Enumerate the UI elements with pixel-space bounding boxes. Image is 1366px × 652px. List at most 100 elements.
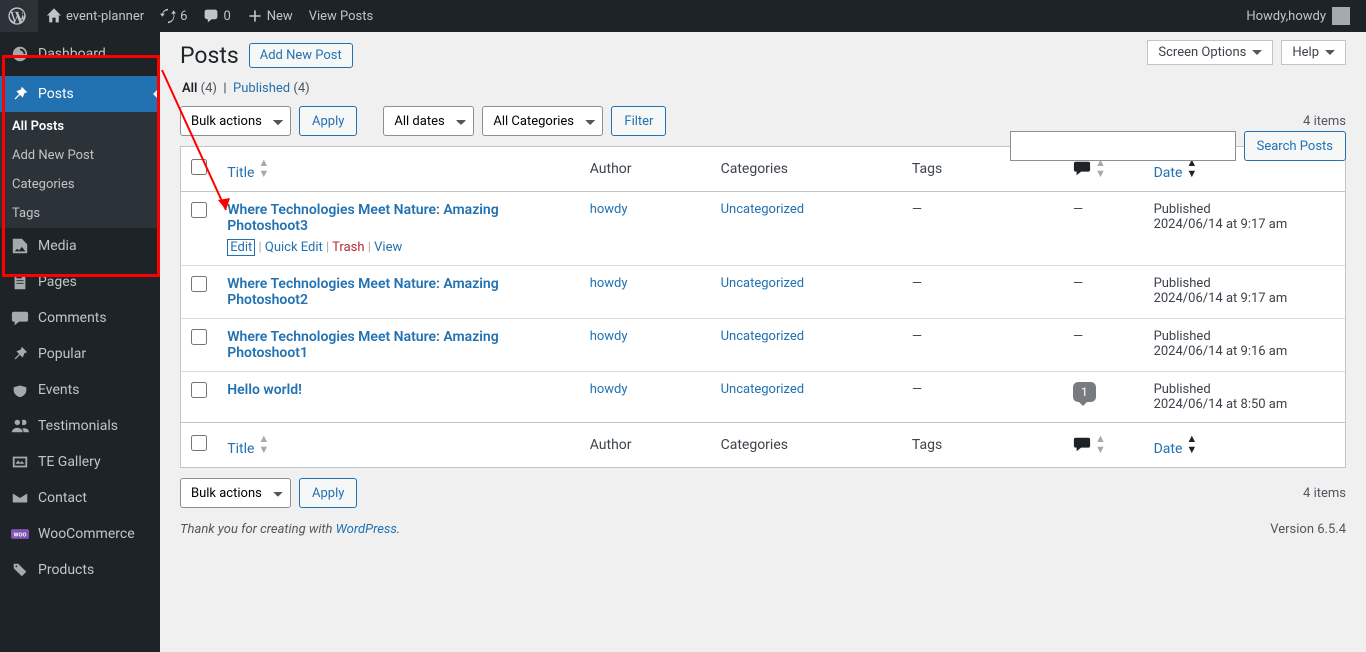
submenu-add-new[interactable]: Add New Post — [0, 141, 160, 170]
edit-link[interactable]: Edit — [227, 239, 255, 256]
post-title-link[interactable]: Hello world! — [227, 382, 302, 398]
col-author: Author — [580, 147, 711, 192]
screen-options-button[interactable]: Screen Options — [1147, 40, 1273, 65]
sidebar-item-woocommerce[interactable]: WOO WooCommerce — [0, 516, 160, 552]
col-categories-bottom: Categories — [711, 422, 902, 467]
sidebar-label: WooCommerce — [38, 526, 135, 542]
comments-cell: — — [1063, 266, 1144, 319]
author-link[interactable]: howdy — [590, 382, 628, 397]
sidebar-item-testimonials[interactable]: Testimonials — [0, 408, 160, 444]
sort-icon: ▲▼ — [258, 157, 269, 179]
sidebar-item-comments[interactable]: Comments — [0, 300, 160, 336]
apply-button-top[interactable]: Apply — [299, 106, 357, 136]
quick-edit-link[interactable]: Quick Edit — [265, 240, 323, 255]
select-all-checkbox-bottom[interactable] — [191, 435, 207, 451]
sidebar-item-pages[interactable]: Pages — [0, 264, 160, 300]
post-title-link[interactable]: Where Technologies Meet Nature: Amazing … — [227, 202, 498, 234]
posts-submenu: All Posts Add New Post Categories Tags — [0, 112, 160, 228]
col-categories: Categories — [711, 147, 902, 192]
new-link[interactable]: New — [239, 0, 301, 32]
sort-icon: ▲▼ — [1186, 433, 1197, 455]
avatar — [1332, 7, 1350, 25]
comments-icon — [10, 308, 30, 328]
sidebar-item-products[interactable]: Products — [0, 552, 160, 588]
chevron-down-icon — [1325, 50, 1335, 55]
woocommerce-icon: WOO — [10, 524, 30, 544]
plus-icon — [247, 8, 263, 24]
row-checkbox[interactable] — [191, 382, 207, 398]
sidebar-item-popular[interactable]: Popular — [0, 336, 160, 372]
thanks-text: Thank you for creating with — [180, 522, 336, 537]
col-comments-bottom[interactable]: ▲▼ — [1063, 422, 1144, 467]
products-icon — [10, 560, 30, 580]
table-row: Where Technologies Meet Nature: Amazing … — [181, 319, 1345, 372]
sidebar-item-events[interactable]: Events — [0, 372, 160, 408]
submenu-tags[interactable]: Tags — [0, 199, 160, 228]
submenu-categories[interactable]: Categories — [0, 170, 160, 199]
filter-all-count: (4) — [201, 81, 217, 96]
author-link[interactable]: howdy — [590, 329, 628, 344]
category-link[interactable]: Uncategorized — [721, 329, 804, 344]
category-filter-select[interactable]: All Categories — [482, 106, 603, 136]
category-link[interactable]: Uncategorized — [721, 382, 804, 397]
view-posts-link[interactable]: View Posts — [301, 0, 382, 32]
sidebar-item-dashboard[interactable]: Dashboard — [0, 32, 160, 76]
contact-icon — [10, 488, 30, 508]
author-link[interactable]: howdy — [590, 202, 628, 217]
table-row: Where Technologies Meet Nature: Amazing … — [181, 266, 1345, 319]
filter-button[interactable]: Filter — [611, 106, 666, 136]
date-filter-select[interactable]: All dates — [383, 106, 474, 136]
content-wrap: Screen Options Help Posts Add New Post A… — [160, 32, 1366, 537]
sidebar-item-posts[interactable]: Posts — [0, 76, 160, 112]
wordpress-link[interactable]: WordPress — [336, 522, 397, 537]
trash-link[interactable]: Trash — [332, 240, 364, 255]
col-date-bottom[interactable]: Date▲▼ — [1144, 422, 1345, 467]
screen-options-label: Screen Options — [1158, 45, 1246, 60]
bulk-actions-select-bottom[interactable]: Bulk actions — [180, 478, 291, 508]
help-button[interactable]: Help — [1281, 40, 1346, 65]
post-title-link[interactable]: Where Technologies Meet Nature: Amazing … — [227, 276, 498, 308]
search-button[interactable]: Search Posts — [1244, 131, 1346, 161]
submenu-all-posts[interactable]: All Posts — [0, 112, 160, 141]
date-cell: Published2024/06/14 at 8:50 am — [1144, 372, 1345, 422]
sidebar-item-gallery[interactable]: TE Gallery — [0, 444, 160, 480]
search-input[interactable] — [1010, 131, 1236, 161]
select-all-checkbox-top[interactable] — [191, 159, 207, 175]
filter-all-label: All — [182, 81, 197, 96]
view-posts-label: View Posts — [309, 9, 374, 24]
apply-button-bottom[interactable]: Apply — [299, 478, 357, 508]
category-link[interactable]: Uncategorized — [721, 202, 804, 217]
table-row: Hello world! howdy Uncategorized — 1 Pub… — [181, 372, 1345, 422]
bulk-actions-select[interactable]: Bulk actions — [180, 106, 291, 136]
row-checkbox[interactable] — [191, 329, 207, 345]
page-footer: Thank you for creating with WordPress. V… — [180, 522, 1346, 537]
wp-logo[interactable] — [0, 0, 38, 32]
col-title[interactable]: Title▲▼ — [217, 147, 579, 192]
comment-count-badge[interactable]: 1 — [1073, 382, 1096, 402]
site-name-link[interactable]: event-planner — [38, 0, 152, 32]
comments-link[interactable]: 0 — [195, 0, 238, 32]
filter-published-link[interactable]: Published (4) — [233, 81, 310, 96]
comments-empty: — — [1073, 202, 1083, 217]
date-cell: Published2024/06/14 at 9:16 am — [1144, 319, 1345, 372]
howdy-link[interactable]: Howdy, howdy — [1238, 0, 1358, 32]
col-tags-bottom: Tags — [902, 422, 1063, 467]
events-icon — [10, 380, 30, 400]
author-link[interactable]: howdy — [590, 276, 628, 291]
col-title-bottom[interactable]: Title▲▼ — [217, 422, 579, 467]
tablenav-bottom: Bulk actions Apply 4 items — [180, 478, 1346, 508]
sidebar-item-media[interactable]: Media — [0, 228, 160, 264]
category-link[interactable]: Uncategorized — [721, 276, 804, 291]
sidebar-item-contact[interactable]: Contact — [0, 480, 160, 516]
row-checkbox[interactable] — [191, 202, 207, 218]
update-icon — [160, 8, 176, 24]
comment-bubble-icon — [1073, 435, 1091, 453]
view-link[interactable]: View — [374, 240, 402, 255]
row-checkbox[interactable] — [191, 276, 207, 292]
post-title-link[interactable]: Where Technologies Meet Nature: Amazing … — [227, 329, 498, 361]
updates-link[interactable]: 6 — [152, 0, 195, 32]
svg-text:WOO: WOO — [14, 532, 27, 538]
howdy-prefix: Howdy, — [1246, 9, 1288, 24]
add-new-post-button[interactable]: Add New Post — [249, 43, 353, 68]
wordpress-icon — [8, 7, 26, 25]
